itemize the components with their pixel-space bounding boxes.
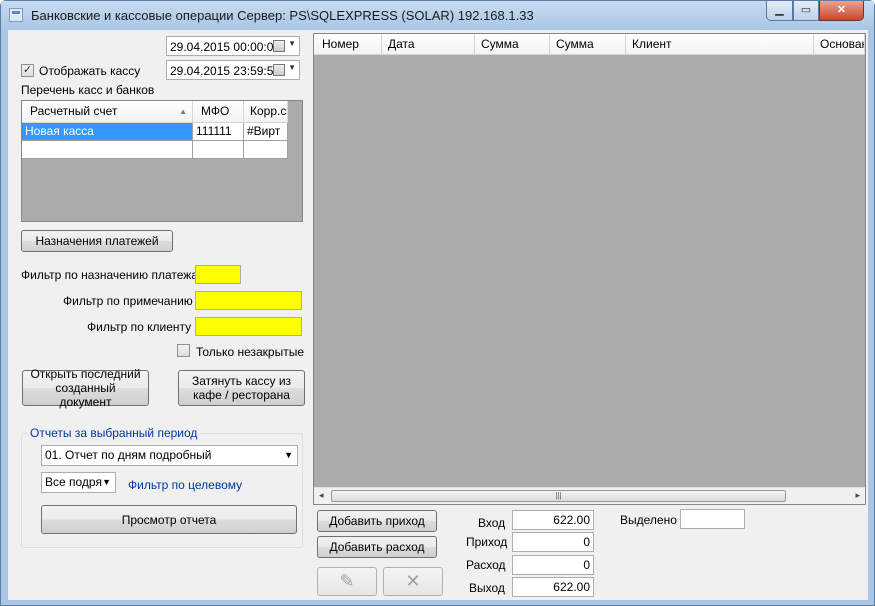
report-type-select[interactable]: 01. Отчет по дням подробный ▼ — [41, 445, 298, 466]
vyhod-field[interactable]: 622.00 — [512, 577, 594, 597]
accounts-grid[interactable]: Расчетный счет ▲ МФО Корр.сч Новая касса… — [21, 100, 303, 222]
date-from-picker[interactable]: 29.04.2015 00:00:00 ▼ — [166, 36, 300, 56]
selected-field[interactable] — [680, 509, 745, 529]
column-header-number[interactable]: Номер — [314, 34, 382, 55]
date-from-value: 29.04.2015 00:00:00 — [170, 40, 281, 54]
open-last-document-button[interactable]: Открыть последний созданный документ — [22, 367, 149, 409]
chevron-down-icon[interactable]: ▼ — [284, 446, 293, 465]
note-filter-label: Фильтр по примечанию — [63, 294, 193, 308]
horizontal-scrollbar[interactable]: ◂ ||| ▸ — [314, 487, 865, 504]
chevron-down-icon[interactable]: ▼ — [288, 39, 296, 48]
accounts-label: Перечень касс и банков — [21, 83, 155, 97]
column-header-basis[interactable]: Основани — [814, 34, 865, 55]
app-window: Банковские и кассовые операции Сервер: P… — [0, 0, 875, 606]
pencil-icon: ✎ — [339, 571, 355, 591]
add-income-button[interactable]: Добавить приход — [317, 510, 437, 532]
only-unclosed-label: Только незакрытые — [196, 345, 305, 359]
column-header-date[interactable]: Дата — [382, 34, 475, 55]
table-cell[interactable] — [244, 141, 288, 159]
title-bar[interactable]: Банковские и кассовые операции Сервер: P… — [1, 1, 874, 30]
add-expense-button[interactable]: Добавить расход — [317, 536, 437, 558]
pull-kassa-button[interactable]: Затянуть кассу из кафе / ресторана — [178, 370, 305, 406]
client-area: 29.04.2015 00:00:00 ▼ ✓ Отображать кассу… — [8, 30, 868, 600]
chevron-down-icon[interactable]: ▼ — [288, 63, 296, 72]
calendar-icon[interactable] — [273, 40, 285, 52]
selected-label: Выделено — [620, 513, 677, 527]
delete-button[interactable]: ✕ — [383, 567, 443, 596]
vhod-label: Вход — [478, 516, 506, 530]
rashod-field[interactable]: 0 — [512, 555, 594, 575]
preview-report-button[interactable]: Просмотр отчета — [41, 505, 297, 534]
table-cell[interactable]: Новая касса — [22, 123, 193, 141]
show-kassa-label: Отображать кассу — [39, 64, 141, 78]
edit-button[interactable]: ✎ — [317, 567, 377, 596]
date-to-value: 29.04.2015 23:59:59 — [170, 64, 281, 78]
client-filter-label: Фильтр по клиенту — [87, 320, 192, 334]
column-header-client[interactable]: Клиент — [626, 34, 814, 55]
scope-select[interactable]: Все подря ▼ — [41, 472, 116, 493]
rashod-label: Расход — [466, 558, 506, 572]
note-filter-input[interactable] — [195, 291, 302, 310]
window-title: Банковские и кассовые операции Сервер: P… — [31, 8, 534, 23]
column-header-sum-2[interactable]: Сумма — [550, 34, 626, 55]
column-header-corr[interactable]: Корр.сч — [244, 101, 288, 123]
chevron-down-icon[interactable]: ▼ — [102, 473, 111, 492]
scrollbar-thumb[interactable]: ||| — [331, 490, 786, 502]
chevron-left-icon[interactable]: ◂ — [319, 490, 324, 501]
chevron-right-icon[interactable]: ▸ — [855, 490, 860, 501]
column-header-sum-1[interactable]: Сумма — [475, 34, 550, 55]
purpose-filter-label: Фильтр по назначению платежа — [21, 268, 198, 282]
column-header-mfo[interactable]: МФО — [193, 101, 244, 123]
prihod-field[interactable]: 0 — [512, 532, 594, 552]
table-cell[interactable]: #Вирт — [244, 123, 288, 141]
app-icon — [9, 8, 23, 22]
purpose-filter-input[interactable] — [195, 265, 241, 284]
minimize-button[interactable]: ▁ — [766, 1, 793, 21]
table-cell[interactable] — [22, 141, 193, 159]
calendar-icon[interactable] — [273, 64, 285, 76]
payment-purposes-button[interactable]: Назначения платежей — [21, 230, 173, 252]
client-filter-input[interactable] — [195, 317, 302, 336]
table-cell[interactable] — [193, 141, 244, 159]
column-header-account[interactable]: Расчетный счет ▲ — [22, 101, 193, 123]
only-unclosed-checkbox[interactable] — [177, 344, 190, 357]
vyhod-label: Выход — [469, 581, 505, 595]
operations-grid[interactable]: Номер Дата Сумма Сумма Клиент Основани ◂… — [313, 33, 866, 505]
table-cell[interactable]: 111111 — [193, 123, 244, 141]
vhod-field[interactable]: 622.00 — [512, 510, 594, 530]
date-to-picker[interactable]: 29.04.2015 23:59:59 ▼ — [166, 60, 300, 80]
reports-group-title: Отчеты за выбранный период — [28, 426, 200, 440]
close-button[interactable]: ✕ — [819, 1, 864, 21]
show-kassa-checkbox[interactable]: ✓ — [21, 64, 34, 77]
maximize-button[interactable]: ▭ — [793, 1, 819, 21]
target-filter-link[interactable]: Фильтр по целевому — [128, 478, 242, 492]
sort-up-icon: ▲ — [179, 107, 187, 116]
prihod-label: Приход — [466, 535, 508, 549]
cross-icon: ✕ — [405, 571, 421, 591]
